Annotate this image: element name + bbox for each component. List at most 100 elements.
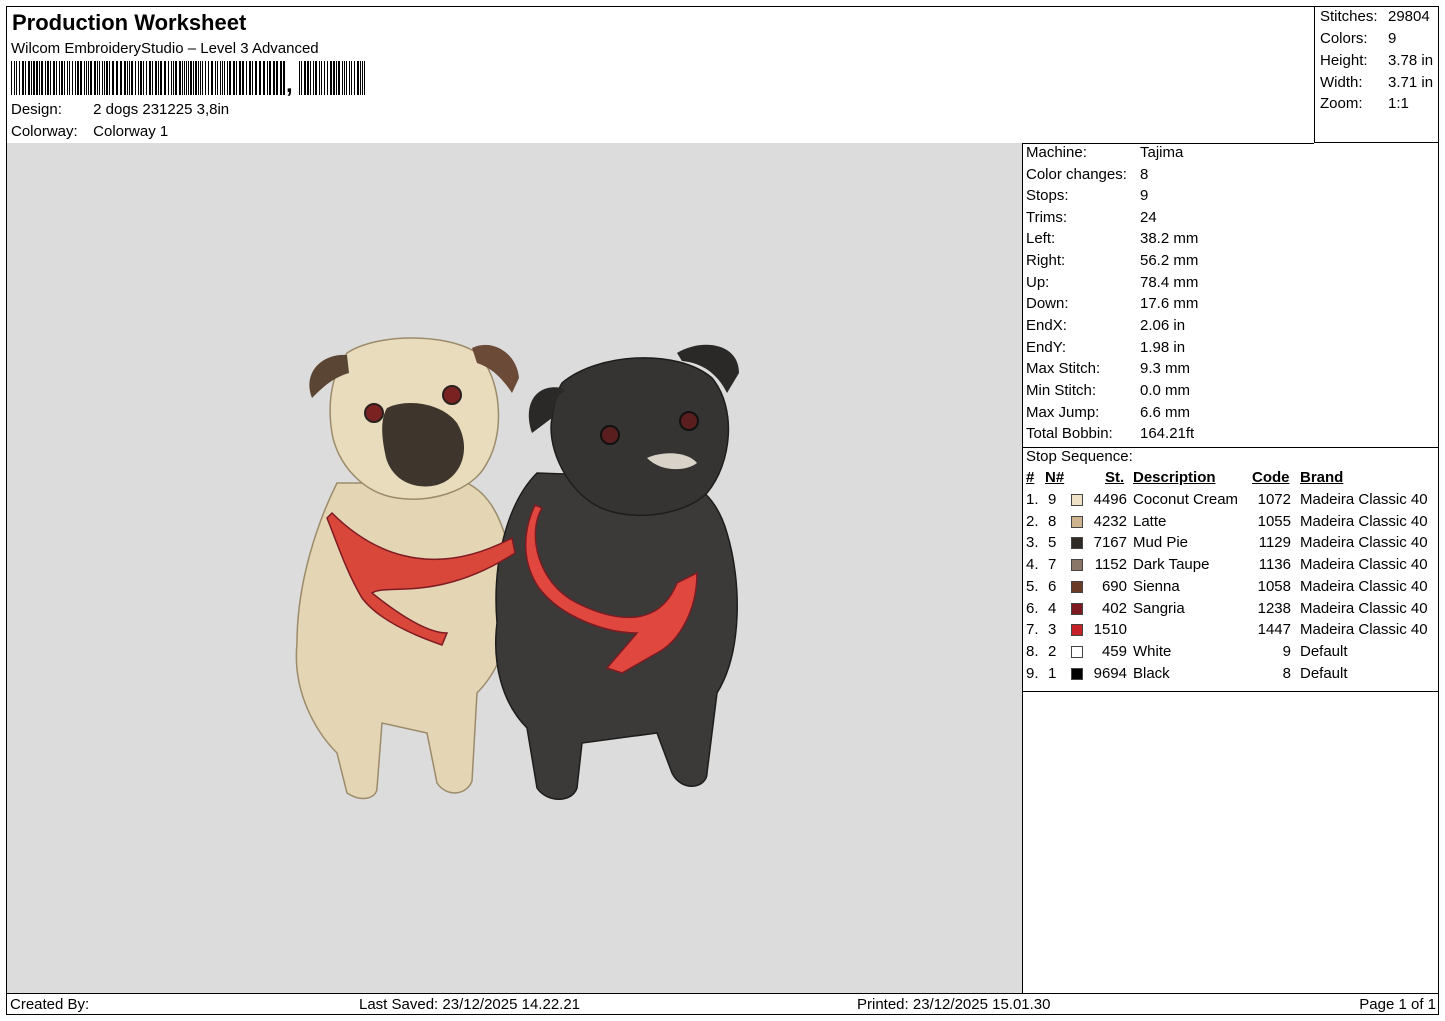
cell-st: 459 [1101,642,1127,660]
info-value: 164.21ft [1140,425,1195,442]
info-up: Up: 78.4 mm [1026,274,1198,295]
worksheet-header: Production Worksheet Wilcom EmbroiderySt… [7,7,1314,144]
barcode-bar [135,61,136,95]
cell-n: 8 [1048,512,1057,530]
barcode-bar [149,61,151,95]
cell-code: 8 [1282,664,1291,682]
barcode-bar [208,61,209,95]
info-label: EndX: [1026,317,1067,334]
barcode-bar [33,61,35,95]
info-value: 38.2 mm [1140,230,1199,247]
barcode-bar [321,61,322,95]
fawn-pug-eye-left [364,403,384,423]
barcode-bar [22,61,24,95]
page-number: Page 1 of 1 [1359,996,1436,1013]
info-value: 1.98 in [1140,339,1186,356]
barcode-bar [11,61,12,95]
barcode-bar [307,61,309,95]
barcode-bar [349,61,350,95]
black-pug-head [550,357,730,517]
cell-description: Latte [1133,512,1167,530]
col-header-code: Code [1252,469,1290,486]
divider [1023,691,1439,692]
col-header-brand: Brand [1300,469,1344,486]
info-value: 6.6 mm [1140,404,1191,421]
barcode-bar [330,61,332,95]
table-row: 1. 9 4496 Coconut Cream 1072 Madeira Classic … [1023,491,1439,512]
barcode-bar [64,61,65,95]
barcode-bar [19,61,20,95]
barcode-bar [80,61,82,95]
barcode-bar [36,61,38,95]
cell-n: 2 [1048,642,1057,660]
stat-value: 29804 [1388,8,1430,25]
barcode-bar [31,61,32,95]
color-swatch [1071,559,1083,572]
col-header-description: Description [1133,469,1216,486]
barcode-bar [168,61,169,95]
info-machine: Machine: Tajima [1026,144,1183,165]
cell-idx: 7. [1026,621,1039,639]
colorway-row: Colorway: Colorway 1 [11,123,168,140]
info-value: 56.2 mm [1140,252,1199,269]
barcode-bar [25,61,26,95]
info-label: EndY: [1026,339,1067,356]
cell-idx: 2. [1026,512,1039,530]
info-endy: EndY: 1.98 in [1026,339,1185,360]
barcode-bar [90,61,92,95]
cell-idx: 8. [1026,642,1039,660]
barcode-bar [222,61,223,95]
table-row: 2. 8 4232 Latte 1055 Madeira Classic 40 [1023,513,1439,534]
stat-value: 9 [1388,30,1397,47]
barcode-suffix: , [286,71,293,98]
barcode-bar [88,61,89,95]
cell-n: 1 [1048,664,1057,682]
info-label: Max Stitch: [1026,360,1101,377]
barcode-bar [175,61,177,95]
barcode-bar [333,61,335,95]
colorway-value: Colorway 1 [93,123,169,140]
barcode-bar [109,61,110,95]
barcode-bar [344,61,345,95]
barcode-bar [280,61,282,95]
stat-width: Width: 3.71 in [1320,74,1433,91]
info-color-changes: Color changes: 8 [1026,166,1148,187]
cell-code: 1055 [1257,512,1291,530]
barcode-bar [16,61,17,95]
barcode-bar [188,61,189,95]
embroidery-design-image [295,337,739,800]
barcode-bar [155,61,157,95]
barcode-bar [173,61,174,95]
cell-idx: 5. [1026,577,1039,595]
barcode-bar [182,61,183,95]
barcode-bar [50,61,51,95]
barcode-bar [327,61,328,95]
info-label: Machine: [1026,144,1087,161]
barcode-bar [56,61,57,95]
barcode-bar [146,61,147,95]
last-saved: Last Saved: 23/12/2025 14.22.21 [359,996,581,1013]
info-label: Left: [1026,230,1056,247]
barcode-bar [217,61,218,95]
cell-brand: Madeira Classic 40 [1300,599,1428,617]
info-label: Color changes: [1026,166,1127,183]
cell-st: 9694 [1093,664,1127,682]
barcode-bar [215,61,216,95]
cell-st: 4232 [1093,512,1127,530]
production-worksheet: Production Worksheet Wilcom EmbroiderySt… [6,6,1439,1015]
barcode-bar [364,61,365,95]
stat-value: 3.71 in [1388,74,1434,91]
cell-idx: 9. [1026,664,1039,682]
barcode-bar [338,61,340,95]
cell-code: 1136 [1258,556,1291,574]
cell-n: 9 [1048,491,1057,508]
barcode-bar [246,61,247,95]
barcode-bar [200,61,201,95]
cell-brand: Default [1300,642,1348,660]
barcode-bar [195,61,197,95]
cell-brand: Madeira Classic 40 [1300,534,1428,552]
cell-n: 4 [1048,599,1057,617]
barcode-bar [249,61,251,95]
barcode-bar [362,61,363,95]
table-row: 6. 4 402 Sangria 1238 Madeira Classic 40 [1023,600,1439,621]
